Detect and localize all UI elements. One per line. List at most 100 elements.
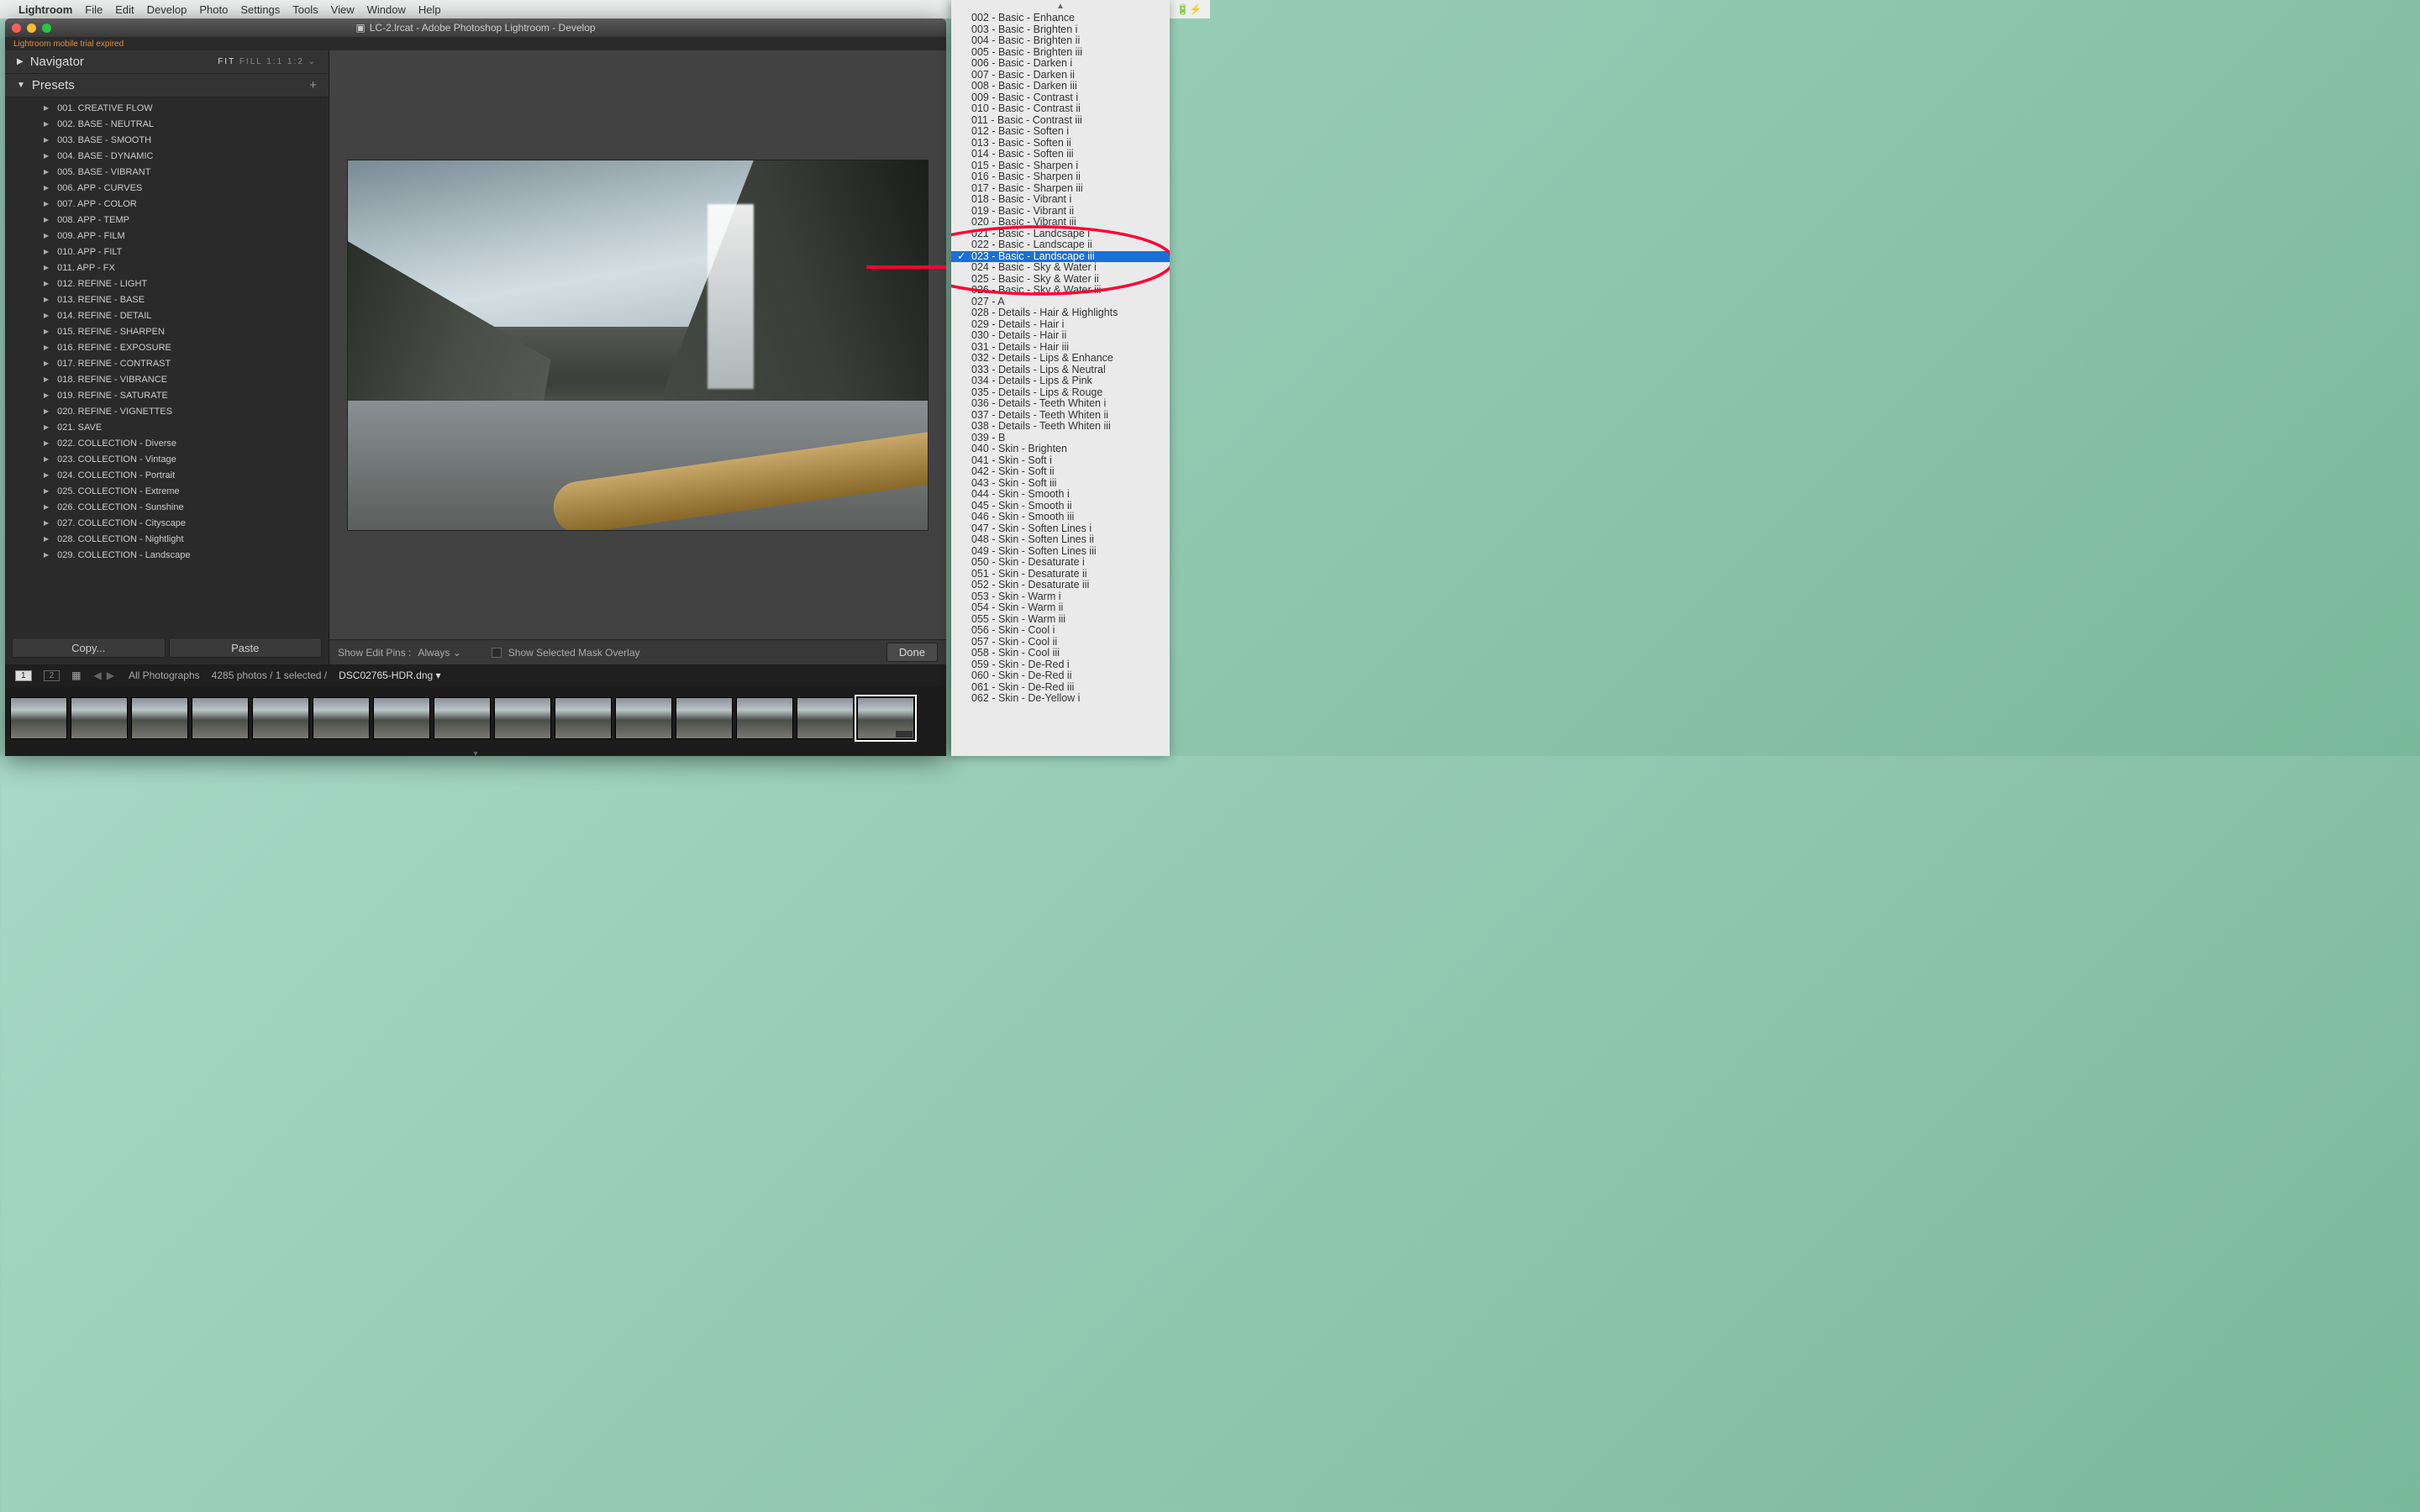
dropdown-item[interactable]: 013 - Basic - Soften ii xyxy=(951,138,1170,150)
menu-develop[interactable]: Develop xyxy=(147,3,187,16)
preset-folder[interactable]: ▶021. SAVE xyxy=(20,419,313,435)
filmstrip-thumb[interactable] xyxy=(131,697,188,739)
dropdown-item[interactable]: 056 - Skin - Cool i xyxy=(951,625,1170,637)
dropdown-item[interactable]: 049 - Skin - Soften Lines iii xyxy=(951,546,1170,558)
maximize-button[interactable] xyxy=(42,24,51,33)
dropdown-item[interactable]: 058 - Skin - Cool iii xyxy=(951,648,1170,659)
dropdown-item[interactable]: 012 - Basic - Soften i xyxy=(951,126,1170,138)
filmstrip-thumb[interactable] xyxy=(10,697,67,739)
dropdown-item[interactable]: 038 - Details - Teeth Whiten iii xyxy=(951,421,1170,433)
zoom-1-1[interactable]: 1:1 xyxy=(266,57,283,66)
current-filename[interactable]: DSC02765-HDR.dng ▾ xyxy=(339,669,440,681)
mask-overlay-checkbox[interactable] xyxy=(492,648,502,658)
preset-folder[interactable]: ▶005. BASE - VIBRANT xyxy=(20,164,313,180)
preset-folder[interactable]: ▶002. BASE - NEUTRAL xyxy=(20,116,313,132)
filmstrip-thumb[interactable] xyxy=(313,697,370,739)
dropdown-item[interactable]: 008 - Basic - Darken iii xyxy=(951,81,1170,92)
dropdown-item[interactable]: 015 - Basic - Sharpen i xyxy=(951,160,1170,172)
filmstrip-collapse-icon[interactable]: ▼ xyxy=(5,749,946,756)
done-button[interactable]: Done xyxy=(886,643,938,662)
zoom-fit[interactable]: FIT xyxy=(218,57,235,66)
preset-dropdown-menu[interactable]: ▲ 002 - Basic - Enhance003 - Basic - Bri… xyxy=(951,0,1170,756)
app-menu[interactable]: Lightroom xyxy=(18,3,72,16)
preset-folder[interactable]: ▶025. COLLECTION - Extreme xyxy=(20,483,313,499)
dropdown-item[interactable]: 028 - Details - Hair & Highlights xyxy=(951,307,1170,319)
preset-folder[interactable]: ▶019. REFINE - SATURATE xyxy=(20,387,313,403)
copy-button[interactable]: Copy... xyxy=(12,638,166,658)
preset-list[interactable]: ▶001. CREATIVE FLOW▶002. BASE - NEUTRAL▶… xyxy=(5,97,329,631)
menu-tools[interactable]: Tools xyxy=(292,3,318,16)
add-preset-button[interactable]: + xyxy=(309,78,317,92)
dropdown-item[interactable]: 002 - Basic - Enhance xyxy=(951,13,1170,24)
dropdown-item[interactable]: 022 - Basic - Landscape ii xyxy=(951,239,1170,251)
dropdown-item[interactable]: 016 - Basic - Sharpen ii xyxy=(951,171,1170,183)
dropdown-item[interactable]: 053 - Skin - Warm i xyxy=(951,591,1170,603)
dropdown-item[interactable]: 051 - Skin - Desaturate ii xyxy=(951,569,1170,580)
dropdown-item[interactable]: 007 - Basic - Darken ii xyxy=(951,70,1170,81)
dropdown-item[interactable]: 011 - Basic - Contrast iii xyxy=(951,115,1170,127)
dropdown-item[interactable]: 036 - Details - Teeth Whiten i xyxy=(951,398,1170,410)
dropdown-item[interactable]: 040 - Skin - Brighten xyxy=(951,444,1170,455)
preset-folder[interactable]: ▶013. REFINE - BASE xyxy=(20,291,313,307)
preset-folder[interactable]: ▶009. APP - FILM xyxy=(20,228,313,244)
preset-folder[interactable]: ▶001. CREATIVE FLOW xyxy=(20,100,313,116)
dropdown-item[interactable]: 004 - Basic - Brighten ii xyxy=(951,35,1170,47)
dropdown-item[interactable]: 025 - Basic - Sky & Water ii xyxy=(951,274,1170,286)
dropdown-item[interactable]: 035 - Details - Lips & Rouge xyxy=(951,387,1170,399)
dropdown-item[interactable]: 021 - Basic - Landcsape i xyxy=(951,228,1170,240)
preset-folder[interactable]: ▶016. REFINE - EXPOSURE xyxy=(20,339,313,355)
close-button[interactable] xyxy=(12,24,21,33)
dropdown-item[interactable]: 044 - Skin - Smooth i xyxy=(951,489,1170,501)
dropdown-item[interactable]: 059 - Skin - De-Red i xyxy=(951,659,1170,671)
dropdown-item[interactable]: 027 - A xyxy=(951,297,1170,308)
dropdown-item[interactable]: 014 - Basic - Soften iii xyxy=(951,149,1170,160)
second-display-button[interactable]: 2 xyxy=(44,670,60,681)
paste-button[interactable]: Paste xyxy=(169,638,323,658)
dropdown-item[interactable]: 039 - B xyxy=(951,433,1170,444)
grid-icon[interactable]: ▦ xyxy=(71,669,79,681)
dropdown-item[interactable]: 023 - Basic - Landscape iii xyxy=(951,251,1170,263)
menu-edit[interactable]: Edit xyxy=(115,3,134,16)
dropdown-item[interactable]: 020 - Basic - Vibrant iii xyxy=(951,217,1170,228)
filmstrip-thumb[interactable] xyxy=(192,697,249,739)
dropdown-item[interactable]: 003 - Basic - Brighten i xyxy=(951,24,1170,36)
filmstrip-thumb[interactable] xyxy=(373,697,430,739)
preset-folder[interactable]: ▶014. REFINE - DETAIL xyxy=(20,307,313,323)
preset-folder[interactable]: ▶008. APP - TEMP xyxy=(20,212,313,228)
preset-folder[interactable]: ▶027. COLLECTION - Cityscape xyxy=(20,515,313,531)
preset-folder[interactable]: ▶004. BASE - DYNAMIC xyxy=(20,148,313,164)
source-label[interactable]: All Photographs xyxy=(129,669,200,681)
dropdown-item[interactable]: 050 - Skin - Desaturate i xyxy=(951,557,1170,569)
dropdown-item[interactable]: 060 - Skin - De-Red ii xyxy=(951,670,1170,682)
preset-folder[interactable]: ▶003. BASE - SMOOTH xyxy=(20,132,313,148)
dropdown-item[interactable]: 037 - Details - Teeth Whiten ii xyxy=(951,410,1170,422)
dropdown-item[interactable]: 032 - Details - Lips & Enhance xyxy=(951,353,1170,365)
dropdown-item[interactable]: 042 - Skin - Soft ii xyxy=(951,466,1170,478)
preset-folder[interactable]: ▶026. COLLECTION - Sunshine xyxy=(20,499,313,515)
dropdown-item[interactable]: 031 - Details - Hair iii xyxy=(951,342,1170,354)
dropdown-item[interactable]: 029 - Details - Hair i xyxy=(951,319,1170,331)
preset-folder[interactable]: ▶010. APP - FILT xyxy=(20,244,313,260)
preset-folder[interactable]: ▶024. COLLECTION - Portrait xyxy=(20,467,313,483)
battery-icon[interactable]: 🔋⚡ xyxy=(1176,3,1202,15)
preset-folder[interactable]: ▶007. APP - COLOR xyxy=(20,196,313,212)
filmstrip-thumb[interactable] xyxy=(555,697,612,739)
dropdown-item[interactable]: 026 - Basic - Sky & Water iii xyxy=(951,285,1170,297)
dropdown-item[interactable]: 046 - Skin - Smooth iii xyxy=(951,512,1170,523)
dropdown-item[interactable]: 030 - Details - Hair ii xyxy=(951,330,1170,342)
nav-back-icon[interactable]: ◀ xyxy=(93,669,101,681)
filmstrip-thumb[interactable] xyxy=(434,697,491,739)
dropdown-item[interactable]: 034 - Details - Lips & Pink xyxy=(951,375,1170,387)
navigator-header[interactable]: ▶ Navigator FIT FILL 1:1 1:2 ⌄ xyxy=(5,50,329,74)
nav-forward-icon[interactable]: ▶ xyxy=(107,669,114,681)
menu-view[interactable]: View xyxy=(331,3,355,16)
dropdown-item[interactable]: 009 - Basic - Contrast i xyxy=(951,92,1170,104)
presets-header[interactable]: ▼ Presets + xyxy=(5,74,329,97)
filmstrip-thumb[interactable] xyxy=(71,697,128,739)
menu-window[interactable]: Window xyxy=(367,3,406,16)
menu-help[interactable]: Help xyxy=(418,3,441,16)
scroll-up-icon[interactable]: ▲ xyxy=(951,0,1170,13)
filmstrip-thumb[interactable] xyxy=(797,697,854,739)
dropdown-item[interactable]: 005 - Basic - Brighten iii xyxy=(951,47,1170,59)
dropdown-item[interactable]: 047 - Skin - Soften Lines i xyxy=(951,523,1170,535)
